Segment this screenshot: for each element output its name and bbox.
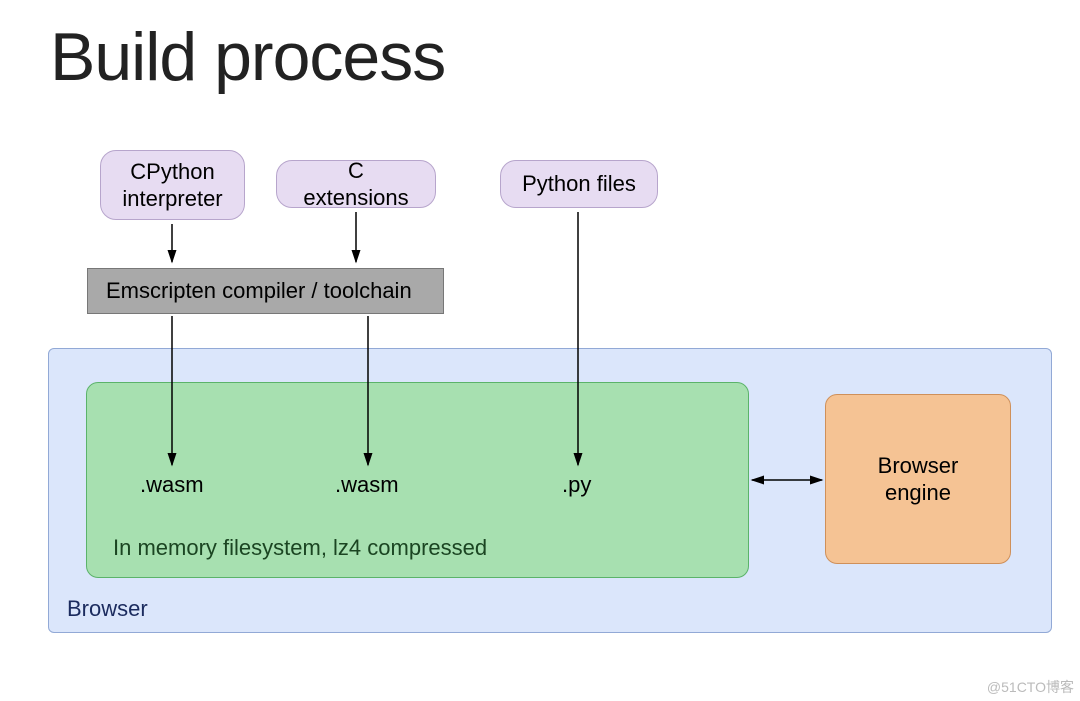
browser-label: Browser — [67, 595, 148, 623]
node-wasm-1: .wasm — [140, 472, 204, 498]
slide-title: Build process — [50, 18, 445, 96]
node-python-files: Python files — [500, 160, 658, 208]
watermark-text: @51CTO博客 — [987, 677, 1074, 697]
node-browser-engine: Browserengine — [825, 394, 1011, 564]
filesystem-caption: In memory filesystem, lz4 compressed — [113, 534, 487, 562]
node-cpython: CPythoninterpreter — [100, 150, 245, 220]
node-py: .py — [562, 472, 591, 498]
node-emscripten: Emscripten compiler / toolchain — [87, 268, 444, 314]
node-wasm-2: .wasm — [335, 472, 399, 498]
node-c-extensions: C extensions — [276, 160, 436, 208]
